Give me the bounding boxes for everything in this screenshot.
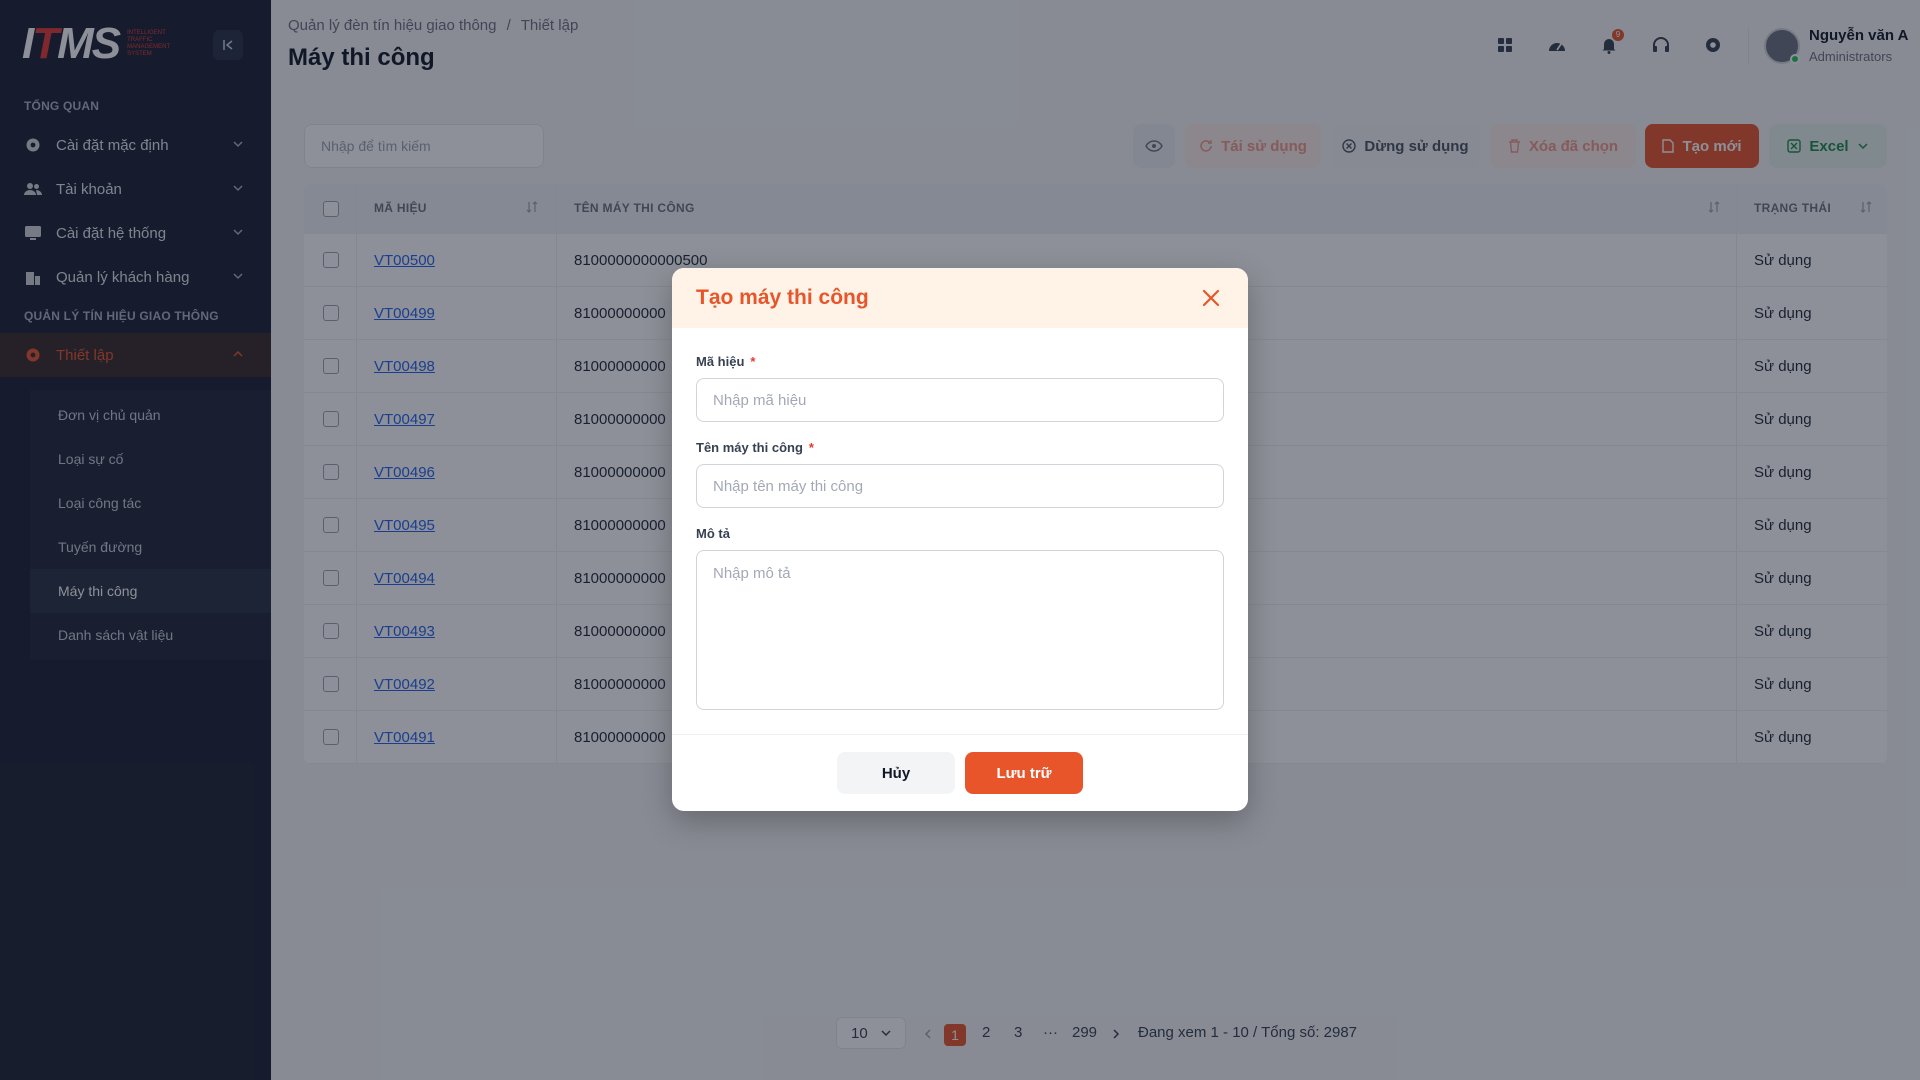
- description-label: Mô tả: [696, 526, 730, 541]
- machine-name-input[interactable]: [696, 464, 1224, 508]
- required-mark: *: [750, 354, 756, 369]
- close-icon[interactable]: [1199, 286, 1223, 310]
- cancel-button[interactable]: Hủy: [837, 752, 955, 794]
- save-button[interactable]: Lưu trữ: [965, 752, 1083, 794]
- code-label-text: Mã hiệu: [696, 354, 745, 369]
- description-textarea[interactable]: [696, 550, 1224, 710]
- machine-name-label-text: Tên máy thi công: [696, 440, 803, 455]
- required-mark: *: [808, 440, 814, 455]
- machine-name-label: Tên máy thi công *: [696, 440, 814, 455]
- create-machine-modal: Tạo máy thi công Mã hiệu * Tên máy thi cô…: [672, 268, 1248, 811]
- modal-title: Tạo máy thi công: [696, 286, 869, 309]
- code-label: Mã hiệu *: [696, 354, 755, 369]
- code-input[interactable]: [696, 378, 1224, 422]
- modal-footer-divider: [672, 734, 1248, 735]
